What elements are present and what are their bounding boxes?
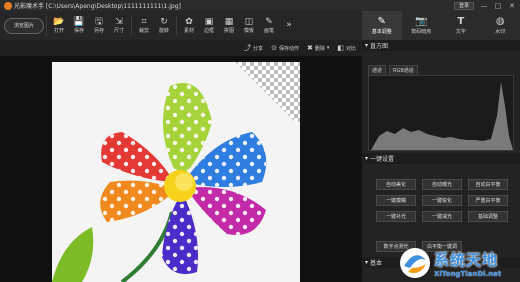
- border-button[interactable]: ▣ 边框: [199, 13, 219, 39]
- one-click-reduce-light-button[interactable]: 一键减光: [422, 211, 462, 222]
- open-button[interactable]: 📂 打开: [49, 13, 69, 39]
- histogram: [368, 75, 514, 151]
- crop-button[interactable]: ⌗ 裁剪: [134, 13, 154, 39]
- tab-text[interactable]: T 文字: [441, 11, 481, 40]
- basic-adjust-button[interactable]: 基础调整: [468, 211, 508, 222]
- compare-icon: ◧: [337, 44, 344, 52]
- chevron-down-icon: ▾: [365, 42, 369, 49]
- compare-button[interactable]: ◧ 对比: [337, 44, 356, 52]
- one-click-section-header[interactable]: ▾ 一键设置: [362, 153, 520, 164]
- camera-icon: 📷: [415, 16, 428, 27]
- share-icon: ⤴: [244, 44, 252, 52]
- chevron-down-icon: ▾: [326, 45, 330, 51]
- image-canvas[interactable]: [0, 56, 362, 282]
- panel-tabs: ✎ 基本调整 📷 数码暗房 T 文字 ◍ 水印: [362, 11, 520, 40]
- toolbar-divider: [131, 15, 132, 36]
- close-button[interactable]: ✕: [508, 2, 516, 10]
- histogram-section-header[interactable]: ▾ 直方图: [362, 40, 520, 51]
- open-icon: 📂: [53, 16, 65, 27]
- app-logo-icon: [4, 2, 12, 11]
- one-click-buttons: 自动美化 自动曝光 自动白平衡 一键模糊 一键锐化 严重白平衡 一键补光 一键减…: [376, 179, 516, 222]
- crop-icon: ⌗: [141, 16, 147, 27]
- more-tools-button[interactable]: »: [279, 13, 299, 39]
- maximize-button[interactable]: □: [494, 2, 502, 10]
- pinwheel-illustration: [52, 82, 267, 282]
- brush-button[interactable]: ✎ 画笔: [259, 13, 279, 39]
- right-panel: ✎ 基本调整 📷 数码暗房 T 文字 ◍ 水印 ▾ 直方图 通道 RGB通道 ▾…: [362, 11, 520, 282]
- material-button[interactable]: ✿ 素材: [179, 13, 199, 39]
- toolbar-divider: [176, 15, 177, 36]
- histogram-graph: [371, 82, 513, 150]
- login-button[interactable]: 登录: [453, 1, 474, 10]
- save-icon: 💾: [73, 16, 85, 27]
- title-bar: 光影魔术手 [C:\Users\Apeng\Desktop\1111111111…: [0, 0, 520, 11]
- save-as-icon: 🖫: [95, 16, 103, 27]
- resize-icon: ⇲: [115, 16, 123, 27]
- text-icon: T: [457, 16, 465, 27]
- one-click-fill-light-button[interactable]: 一键补光: [376, 211, 416, 222]
- auto-beautify-button[interactable]: 自动美化: [376, 179, 416, 190]
- chevron-down-icon: ▾: [365, 259, 369, 266]
- main-toolbar: 浏览图片 📂 打开 💾 保存 🖫 另存 ⇲ 尺寸 ⌗ 裁剪 ↻ 旋转 ✿ 素材 …: [0, 11, 362, 40]
- watermark-cn: 系统天地: [434, 250, 499, 269]
- action-bar: ⤴ 分享 ⊙ 保存动作 ✖ 删除 ▾ ◧ 对比: [0, 40, 362, 56]
- rotate-button[interactable]: ↻ 旋转: [154, 13, 174, 39]
- rotate-icon: ↻: [160, 16, 168, 27]
- one-click-sharpen-button[interactable]: 一键锐化: [422, 195, 462, 206]
- photo-pinwheel[interactable]: [52, 62, 300, 282]
- delete-icon: ✖: [306, 44, 313, 52]
- save-button[interactable]: 💾 保存: [69, 13, 89, 39]
- material-icon: ✿: [185, 16, 193, 27]
- delete-button[interactable]: ✖ 删除 ▾: [307, 44, 329, 52]
- site-watermark: 系统天地 XiTongTianDi.net: [398, 244, 520, 282]
- save-action-button[interactable]: ⊙ 保存动作: [271, 44, 299, 52]
- resize-button[interactable]: ⇲ 尺寸: [109, 13, 129, 39]
- one-click-blur-button[interactable]: 一键模糊: [376, 195, 416, 206]
- chevron-down-icon: ▾: [365, 155, 369, 162]
- strict-white-balance-button[interactable]: 严重白平衡: [468, 195, 508, 206]
- template-button[interactable]: ◫ 模板: [239, 13, 259, 39]
- tab-digital-darkroom[interactable]: 📷 数码暗房: [402, 11, 442, 40]
- browse-images-button[interactable]: 浏览图片: [4, 17, 44, 34]
- border-icon: ▣: [204, 16, 214, 27]
- watermark-logo-icon: [400, 248, 430, 278]
- auto-exposure-button[interactable]: 自动曝光: [422, 179, 462, 190]
- collage-button[interactable]: ▦ 拼图: [219, 13, 239, 39]
- window-title: 光影魔术手 [C:\Users\Apeng\Desktop\1111111111…: [0, 1, 181, 11]
- share-button[interactable]: ⤴ 分享: [244, 43, 263, 53]
- save-as-button[interactable]: 🖫 另存: [89, 13, 109, 39]
- tab-basic-adjust[interactable]: ✎ 基本调整: [362, 11, 402, 40]
- watermark-en: XiTongTianDi.net: [434, 269, 502, 278]
- tab-watermark[interactable]: ◍ 水印: [481, 11, 520, 40]
- template-icon: ◫: [244, 16, 254, 27]
- brush-icon: ✎: [265, 16, 273, 27]
- adjust-icon: ✎: [377, 16, 386, 27]
- window-controls: 登录 — □ ✕: [453, 0, 520, 11]
- watermark-text: 系统天地 XiTongTianDi.net: [434, 249, 501, 278]
- toolbar-divider: [46, 15, 47, 36]
- watermark-icon: ◍: [495, 16, 505, 27]
- more-icon: »: [286, 20, 292, 30]
- auto-white-balance-button[interactable]: 自动白平衡: [468, 179, 508, 190]
- minimize-button[interactable]: —: [480, 2, 488, 10]
- record-icon: ⊙: [271, 44, 277, 52]
- collage-icon: ▦: [224, 16, 234, 27]
